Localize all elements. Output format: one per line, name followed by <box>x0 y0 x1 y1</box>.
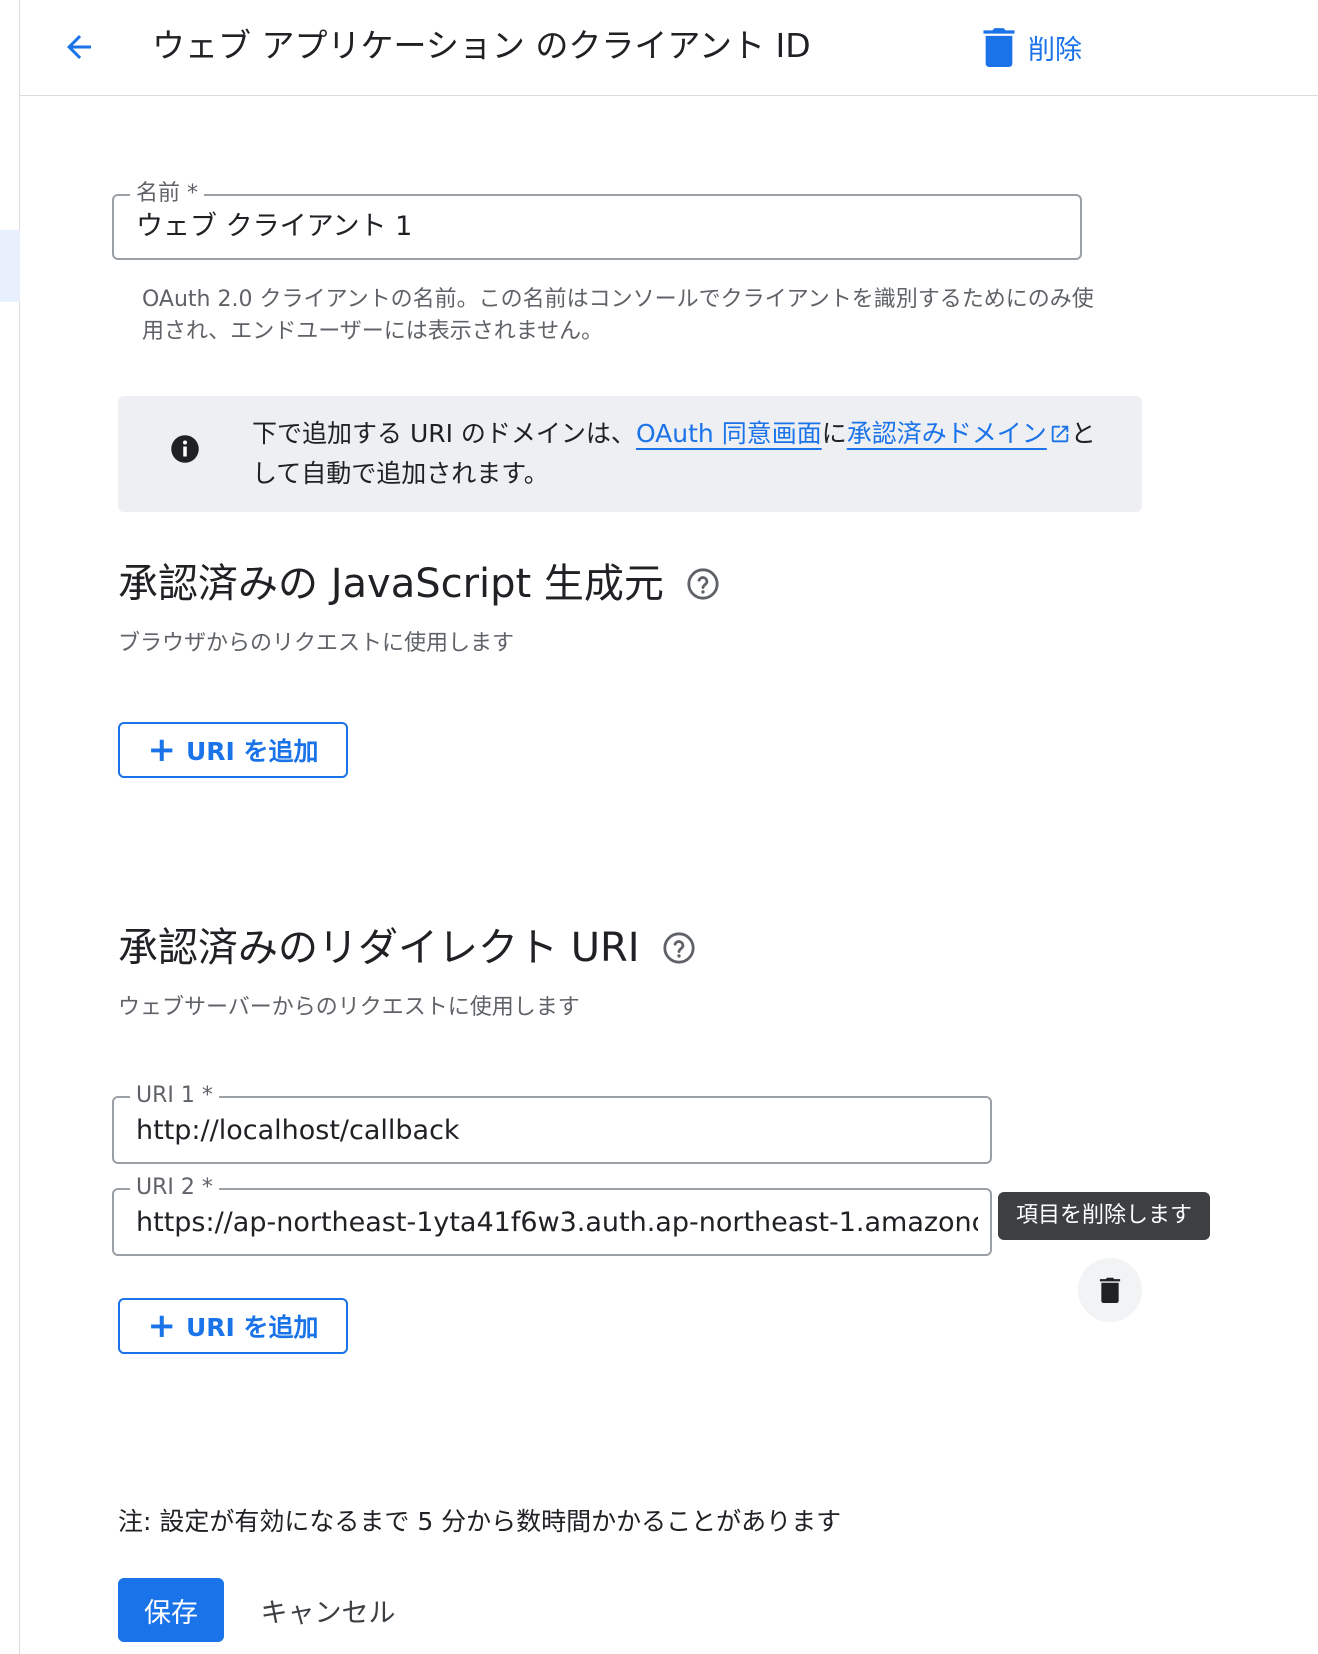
add-redirect-uri-button[interactable]: + URI を追加 <box>118 1298 348 1354</box>
info-text-part-2: に <box>821 419 847 448</box>
left-nav-selected-indicator <box>0 230 20 302</box>
add-js-origin-uri-button[interactable]: + URI を追加 <box>118 722 348 778</box>
add-redirect-uri-label: URI を追加 <box>185 1313 319 1342</box>
oauth-consent-screen-link[interactable]: OAuth 同意画面 <box>636 419 822 448</box>
name-field[interactable]: 名前 * ウェブ クライアント 1 <box>112 180 1082 260</box>
redirect-uri-2-field[interactable]: URI 2 * https://ap-northeast-1yta41f6w3.… <box>112 1174 992 1256</box>
back-button[interactable] <box>54 22 104 72</box>
js-origins-heading: 承認済みの JavaScript 生成元 <box>118 556 720 612</box>
left-nav-rail <box>0 0 20 1654</box>
page-header: ウェブ アプリケーション のクライアント ID 削除 <box>20 0 1318 96</box>
delete-button[interactable]: 削除 <box>982 22 1082 72</box>
trash-icon <box>1099 1277 1121 1303</box>
delete-button-label: 削除 <box>1028 34 1082 66</box>
help-icon[interactable] <box>686 567 720 601</box>
authorized-domains-link-label: 承認済みドメイン <box>846 419 1047 448</box>
arrow-back-icon <box>67 35 91 59</box>
plus-icon: + <box>147 730 176 770</box>
info-banner: 下で追加する URI のドメインは、OAuth 同意画面に承認済みドメイン として… <box>118 396 1142 512</box>
redirect-uri-2-value[interactable]: https://ap-northeast-1yta41f6w3.auth.ap-… <box>136 1204 978 1242</box>
info-text-part-1: 下で追加する URI のドメインは、 <box>252 419 636 448</box>
trash-icon <box>983 28 1015 67</box>
redirect-uri-1-value[interactable]: http://localhost/callback <box>136 1112 978 1150</box>
authorized-domains-link[interactable]: 承認済みドメイン <box>847 419 1071 448</box>
add-js-origin-uri-label: URI を追加 <box>185 737 319 766</box>
delete-item-tooltip: 項目を削除します <box>998 1192 1211 1240</box>
help-icon[interactable] <box>662 931 696 965</box>
name-field-label: 名前 * <box>130 180 204 208</box>
redirect-uris-title: 承認済みのリダイレクト URI <box>118 925 640 971</box>
cancel-button[interactable]: キャンセル <box>244 1578 412 1642</box>
delete-uri-button[interactable] <box>1078 1258 1142 1322</box>
redirect-uris-heading: 承認済みのリダイレクト URI <box>118 920 696 976</box>
settings-note: 注: 設定が有効になるまで 5 分から数時間かかることがあります <box>118 1507 842 1536</box>
page-title: ウェブ アプリケーション のクライアント ID <box>152 26 811 65</box>
info-icon <box>171 435 199 463</box>
external-link-icon <box>1051 425 1068 443</box>
plus-icon: + <box>147 1306 176 1346</box>
redirect-uri-2-label: URI 2 * <box>130 1174 219 1202</box>
redirect-uri-1-field[interactable]: URI 1 * http://localhost/callback <box>112 1082 992 1164</box>
redirect-uris-subtitle: ウェブサーバーからのリクエストに使用します <box>118 995 580 1020</box>
js-origins-title: 承認済みの JavaScript 生成元 <box>118 561 664 607</box>
save-button[interactable]: 保存 <box>118 1578 224 1642</box>
info-banner-text: 下で追加する URI のドメインは、OAuth 同意画面に承認済みドメイン として… <box>252 414 1102 494</box>
name-field-hint: OAuth 2.0 クライアントの名前。この名前はコンソールでクライアントを識別… <box>142 287 1094 344</box>
name-field-value[interactable]: ウェブ クライアント 1 <box>136 208 1068 246</box>
js-origins-subtitle: ブラウザからのリクエストに使用します <box>118 631 515 656</box>
redirect-uri-1-label: URI 1 * <box>130 1082 219 1110</box>
